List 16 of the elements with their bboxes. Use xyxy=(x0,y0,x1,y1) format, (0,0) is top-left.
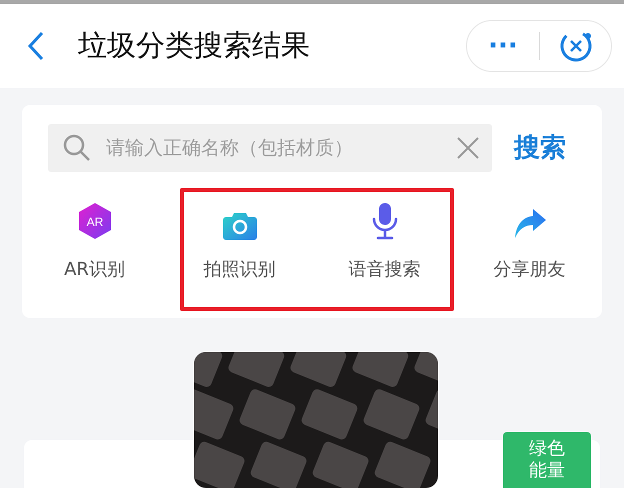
action-item[interactable]: 拍照识别 xyxy=(167,200,312,283)
search-icon xyxy=(62,133,92,163)
search-button[interactable]: 搜索 xyxy=(514,128,566,168)
action-item[interactable]: 分享朋友 xyxy=(457,200,602,283)
more-button[interactable]: ··· xyxy=(467,33,539,59)
camera-icon xyxy=(222,210,256,240)
microphone-icon xyxy=(370,202,398,240)
clear-icon[interactable] xyxy=(456,136,480,160)
ar-hexagon-icon: AR xyxy=(78,202,112,240)
back-icon[interactable] xyxy=(26,31,46,61)
search-field[interactable]: 请输入正确名称（包括材质） xyxy=(48,124,492,172)
action-item[interactable]: AR AR识别 xyxy=(22,200,167,283)
page-title: 垃圾分类搜索结果 xyxy=(78,27,310,64)
share-arrow-icon xyxy=(512,208,546,240)
energy-badge: 绿色 能量 xyxy=(503,432,591,488)
action-item[interactable]: 语音搜索 xyxy=(312,200,457,283)
